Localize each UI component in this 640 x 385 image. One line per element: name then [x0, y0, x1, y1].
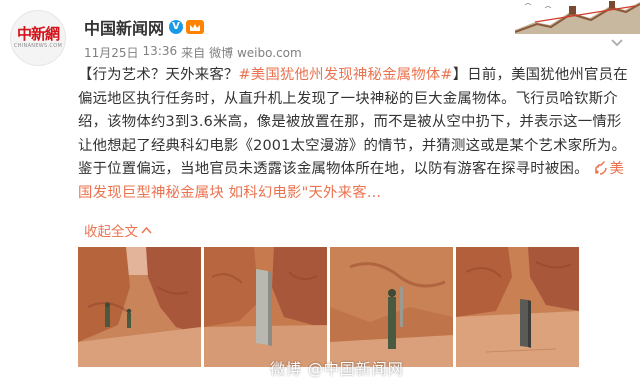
photo-1[interactable]	[78, 247, 201, 367]
post-meta: 11月25日 13:36 来自 微博 weibo.com	[84, 44, 302, 61]
hashtag-link[interactable]: #美国犹他州发现神秘金属物体#	[239, 67, 453, 83]
photo-2[interactable]	[204, 247, 327, 367]
source-prefix: 来自	[181, 46, 206, 60]
post-date[interactable]: 11月25日	[84, 44, 139, 61]
photo-3[interactable]	[330, 247, 453, 367]
avatar[interactable]: 中新網 CHINANEWS.COM	[10, 10, 66, 66]
chevron-down-icon[interactable]	[610, 38, 624, 48]
great-wall-banner	[515, 0, 640, 34]
post-source[interactable]: 微博 weibo.com	[209, 44, 302, 61]
post-time[interactable]: 13:36	[143, 44, 178, 61]
author-name[interactable]: 中国新闻网	[84, 15, 164, 39]
post-text: 【行为艺术？天外来客？#美国犹他州发现神秘金属物体#】日前，美国犹他州官员在偏远…	[78, 64, 628, 205]
avatar-logo-subtext: CHINANEWS.COM	[13, 43, 63, 49]
post-intro: 【行为艺术？天外来客？	[78, 67, 239, 83]
post-header: 中国新闻网 V 11月25日 13:36 来自 微博 weibo.com	[84, 16, 302, 61]
link-icon	[595, 161, 608, 175]
photo-grid	[78, 247, 579, 367]
vip-crown-icon[interactable]	[186, 20, 205, 34]
chevron-up-icon	[141, 226, 152, 234]
weibo-watermark: 微博 @中国新闻网	[270, 360, 404, 378]
verified-icon[interactable]: V	[169, 20, 184, 34]
collapse-button[interactable]: 收起全文	[84, 220, 152, 240]
avatar-logo-text: 中新網	[16, 25, 60, 43]
author-row: 中国新闻网 V	[84, 16, 302, 38]
collapse-label: 收起全文	[84, 224, 138, 240]
photo-4[interactable]	[456, 247, 579, 367]
post-body: 】日前，美国犹他州官员在偏远地区执行任务时，从直升机上发现了一块神秘的巨大金属物…	[78, 67, 628, 177]
